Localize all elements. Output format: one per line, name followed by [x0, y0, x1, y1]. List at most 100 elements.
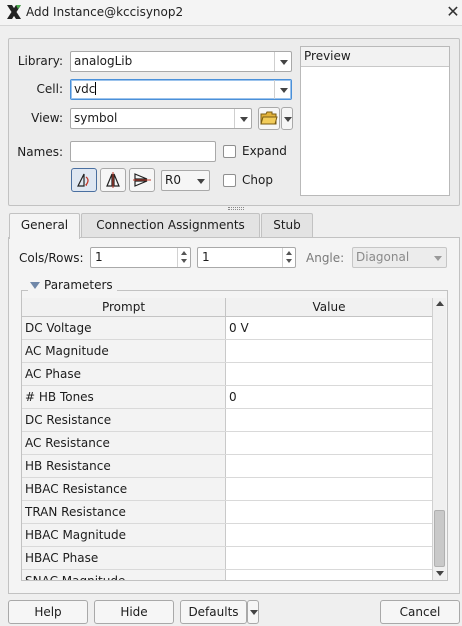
- window-title: Add Instance@kccisynop2: [26, 5, 184, 19]
- value-cell[interactable]: [226, 455, 432, 477]
- chevron-down-icon[interactable]: [192, 171, 209, 190]
- defaults-button[interactable]: Defaults: [180, 600, 247, 624]
- table-row[interactable]: TRAN Resistance: [22, 501, 432, 524]
- rotation-combo[interactable]: R0: [161, 170, 210, 191]
- cell-combo[interactable]: vdc: [70, 79, 292, 100]
- table-row[interactable]: HB Resistance: [22, 455, 432, 478]
- prompt-cell: AC Resistance: [22, 432, 226, 454]
- value-cell[interactable]: [226, 524, 432, 546]
- table-row[interactable]: # HB Tones 0: [22, 386, 432, 409]
- spin-up-icon[interactable]: [286, 251, 292, 255]
- help-button[interactable]: Help: [8, 600, 88, 624]
- rows-spinbox[interactable]: 1: [197, 247, 296, 268]
- scroll-up-icon[interactable]: [436, 301, 444, 306]
- browse-button[interactable]: [258, 107, 280, 130]
- value-cell[interactable]: [226, 432, 432, 454]
- tab-connection-assignments[interactable]: Connection Assignments: [81, 213, 260, 238]
- value-cell[interactable]: 0 V: [226, 317, 432, 339]
- expand-checkbox[interactable]: [223, 145, 236, 158]
- prompt-cell: HB Resistance: [22, 455, 226, 477]
- defaults-menu-button[interactable]: [247, 600, 259, 624]
- prompt-cell: AC Magnitude: [22, 340, 226, 362]
- angle-combo[interactable]: Diagonal: [352, 247, 447, 268]
- library-value: analogLib: [74, 54, 133, 68]
- splitter-handle[interactable]: [228, 207, 244, 210]
- expand-label: Expand: [242, 144, 287, 158]
- value-column-header[interactable]: Value: [226, 298, 432, 317]
- chevron-down-icon: [250, 610, 258, 615]
- chevron-down-icon: [284, 117, 292, 122]
- value-cell[interactable]: 0: [226, 386, 432, 408]
- table-row[interactable]: HBAC Magnitude: [22, 524, 432, 547]
- prompt-cell: # HB Tones: [22, 386, 226, 408]
- parameters-label: Parameters: [44, 278, 113, 292]
- app-x-icon: [7, 5, 21, 19]
- table-row[interactable]: AC Phase: [22, 363, 432, 386]
- view-label: View:: [31, 111, 63, 125]
- folder-icon: [260, 111, 278, 125]
- scrollbar-thumb[interactable]: [434, 510, 445, 567]
- value-cell[interactable]: [226, 478, 432, 500]
- mirror-horizontal-button[interactable]: [129, 168, 155, 192]
- rotation-value: R0: [165, 173, 181, 187]
- table-row[interactable]: DC Resistance: [22, 409, 432, 432]
- chop-checkbox[interactable]: [223, 174, 236, 187]
- angle-value: Diagonal: [356, 250, 410, 264]
- text-cursor: [95, 82, 97, 95]
- table-row[interactable]: HBAC Resistance: [22, 478, 432, 501]
- chevron-down-icon[interactable]: [274, 80, 291, 99]
- prompt-cell: HBAC Magnitude: [22, 524, 226, 546]
- chevron-down-icon[interactable]: [234, 109, 251, 128]
- spin-down-icon[interactable]: [181, 259, 187, 263]
- names-label: Names:: [17, 145, 63, 159]
- prompt-column-header[interactable]: Prompt: [22, 298, 226, 317]
- table-row[interactable]: AC Magnitude: [22, 340, 432, 363]
- prompt-cell: AC Phase: [22, 363, 226, 385]
- cell-label: Cell:: [36, 82, 63, 96]
- value-cell[interactable]: [226, 501, 432, 523]
- spin-up-icon[interactable]: [181, 251, 187, 255]
- collapse-triangle-icon[interactable]: [30, 282, 40, 289]
- prompt-cell: DC Resistance: [22, 409, 226, 431]
- mirror-vertical-icon: [106, 172, 120, 188]
- prompt-cell: HBAC Resistance: [22, 478, 226, 500]
- parameters-table: Prompt Value DC Voltage 0 V AC Magnitude …: [22, 298, 432, 580]
- table-row[interactable]: HBAC Phase: [22, 547, 432, 570]
- value-cell[interactable]: [226, 547, 432, 569]
- table-row[interactable]: AC Resistance: [22, 432, 432, 455]
- rotate-icon: [77, 173, 89, 187]
- cols-value: 1: [95, 250, 103, 264]
- close-icon[interactable]: ✕: [444, 1, 462, 23]
- value-cell[interactable]: [226, 570, 432, 580]
- chevron-down-icon[interactable]: [274, 52, 291, 71]
- table-row[interactable]: SNAC Magnitude: [22, 570, 432, 580]
- value-cell[interactable]: [226, 409, 432, 431]
- value-cell[interactable]: [226, 363, 432, 385]
- rotate-button[interactable]: [71, 168, 97, 192]
- browse-menu-button[interactable]: [281, 107, 293, 130]
- cols-spinbox[interactable]: 1: [90, 247, 191, 268]
- table-scrollbar[interactable]: [432, 298, 446, 580]
- table-header: Prompt Value: [22, 298, 432, 317]
- hide-button[interactable]: Hide: [94, 600, 174, 624]
- preview-panel: Preview: [300, 46, 450, 196]
- view-value: symbol: [74, 111, 118, 125]
- cancel-button[interactable]: Cancel: [380, 600, 460, 624]
- spin-down-icon[interactable]: [286, 259, 292, 263]
- value-cell[interactable]: [226, 340, 432, 362]
- table-row[interactable]: DC Voltage 0 V: [22, 317, 432, 340]
- prompt-cell: DC Voltage: [22, 317, 226, 339]
- mirror-vertical-button[interactable]: [100, 168, 126, 192]
- tab-stub[interactable]: Stub: [261, 213, 313, 238]
- angle-label: Angle:: [306, 251, 345, 265]
- library-combo[interactable]: analogLib: [70, 51, 292, 72]
- scroll-down-icon[interactable]: [436, 571, 444, 576]
- parameters-toggle[interactable]: Parameters: [28, 276, 117, 294]
- cell-value: vdc: [74, 82, 96, 96]
- chevron-down-icon[interactable]: [429, 248, 446, 267]
- library-label: Library:: [17, 54, 63, 68]
- tab-general[interactable]: General: [9, 213, 80, 239]
- title-bar: Add Instance@kccisynop2 ✕: [0, 0, 462, 26]
- view-combo[interactable]: symbol: [70, 108, 252, 129]
- names-input[interactable]: [70, 141, 216, 162]
